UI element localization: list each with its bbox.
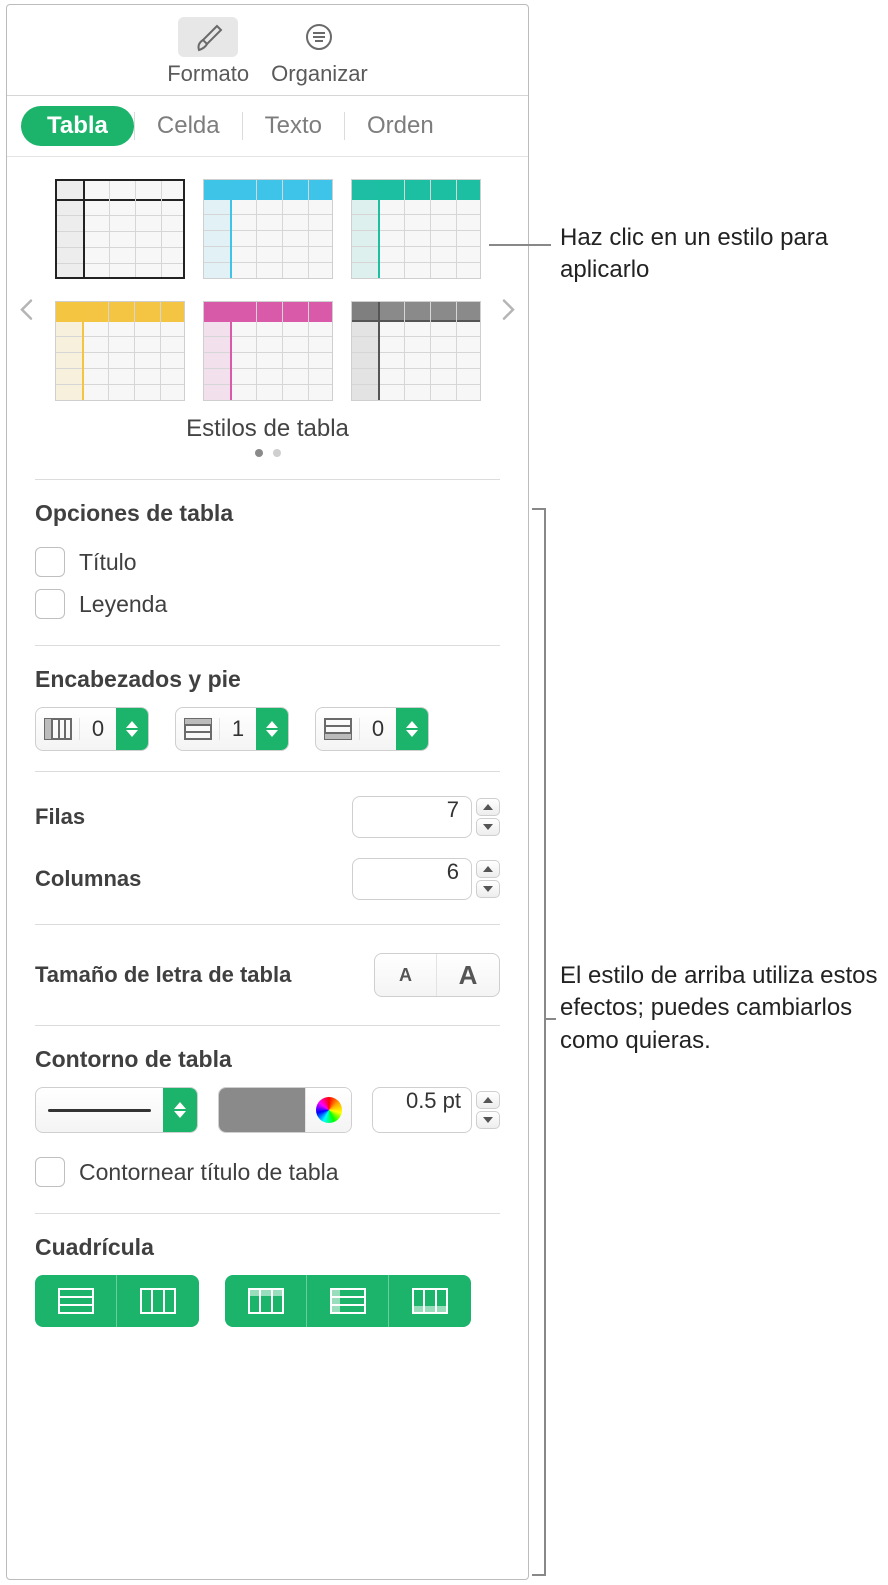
tab-cell[interactable]: Celda bbox=[135, 106, 242, 146]
rows-stepper[interactable] bbox=[476, 798, 500, 836]
table-outline-title: Contorno de tabla bbox=[35, 1046, 500, 1073]
cols-input[interactable]: 6 bbox=[352, 858, 472, 900]
toolbar: Formato Organizar bbox=[7, 5, 528, 96]
callout-bracket-top bbox=[532, 508, 544, 510]
checkbox-caption-label: Leyenda bbox=[79, 591, 167, 618]
checkbox-outline-title[interactable] bbox=[35, 1157, 65, 1187]
callout-bracket-bottom bbox=[532, 1574, 544, 1576]
font-size-increase-button[interactable]: A bbox=[437, 954, 499, 996]
gridlines-header-rows-button[interactable] bbox=[307, 1275, 389, 1327]
rows-input[interactable]: 7 bbox=[352, 796, 472, 838]
header-columns-stepper[interactable]: 0 bbox=[35, 707, 149, 751]
header-columns-icon bbox=[36, 718, 80, 740]
font-size-segmented: A A bbox=[374, 953, 500, 997]
callout-bottom: El estilo de arriba utiliza estos efecto… bbox=[560, 960, 880, 1057]
cols-label: Columnas bbox=[35, 866, 141, 892]
callout-top: Haz clic en un estilo para aplicarlo bbox=[560, 222, 880, 287]
gridlines-footer-button[interactable] bbox=[389, 1275, 471, 1327]
font-size-section: Tamaño de letra de tabla A A bbox=[7, 925, 528, 1025]
font-size-decrease-button[interactable]: A bbox=[375, 954, 437, 996]
gridlines-body-segmented bbox=[35, 1275, 199, 1327]
headers-footer-section: Encabezados y pie 0 bbox=[7, 646, 528, 771]
table-styles-gallery: Estilos de tabla bbox=[7, 157, 528, 479]
cols-down[interactable] bbox=[476, 880, 500, 898]
inspector-panel: Formato Organizar Tabla Celda Texto Orde… bbox=[6, 4, 529, 1580]
cols-stepper[interactable] bbox=[476, 860, 500, 898]
outline-style-arrows[interactable] bbox=[163, 1088, 197, 1132]
gallery-next[interactable] bbox=[494, 296, 524, 328]
outline-width-up[interactable] bbox=[476, 1091, 500, 1109]
gridlines-header-segmented bbox=[225, 1275, 471, 1327]
callout-bracket-vertical bbox=[544, 508, 546, 1576]
headers-footer-title: Encabezados y pie bbox=[35, 666, 500, 693]
gridlines-title: Cuadrícula bbox=[35, 1234, 500, 1261]
header-rows-arrows[interactable] bbox=[256, 708, 288, 750]
gallery-page-dot-1[interactable] bbox=[255, 449, 263, 457]
toolbar-format-button[interactable]: Formato bbox=[167, 17, 249, 87]
outline-color-swatch[interactable] bbox=[219, 1088, 305, 1132]
footer-rows-value: 0 bbox=[360, 716, 396, 742]
callout-leader-bottom bbox=[544, 1018, 556, 1020]
table-style-thumb-1[interactable] bbox=[55, 179, 185, 279]
toolbar-format-label: Formato bbox=[167, 61, 249, 87]
color-wheel-icon bbox=[316, 1097, 342, 1123]
toolbar-organize-button[interactable]: Organizar bbox=[271, 17, 368, 87]
footer-rows-arrows[interactable] bbox=[396, 708, 428, 750]
tab-order[interactable]: Orden bbox=[345, 106, 456, 146]
table-style-thumb-4[interactable] bbox=[55, 301, 185, 401]
rows-value: 7 bbox=[447, 797, 459, 822]
gridlines-header-cols-button[interactable] bbox=[225, 1275, 307, 1327]
gallery-pager bbox=[7, 449, 528, 457]
header-rows-value: 1 bbox=[220, 716, 256, 742]
organize-icon bbox=[289, 17, 349, 57]
outline-width-down[interactable] bbox=[476, 1111, 500, 1129]
tab-text[interactable]: Texto bbox=[243, 106, 344, 146]
gridlines-vertical-button[interactable] bbox=[117, 1275, 199, 1327]
checkbox-caption[interactable] bbox=[35, 589, 65, 619]
checkbox-title[interactable] bbox=[35, 547, 65, 577]
gallery-prev[interactable] bbox=[11, 296, 41, 328]
header-rows-icon bbox=[176, 718, 220, 740]
footer-rows-stepper[interactable]: 0 bbox=[315, 707, 429, 751]
toolbar-organize-label: Organizar bbox=[271, 61, 368, 87]
header-rows-stepper[interactable]: 1 bbox=[175, 707, 289, 751]
outline-style-select[interactable] bbox=[35, 1087, 198, 1133]
header-columns-arrows[interactable] bbox=[116, 708, 148, 750]
footer-rows-icon bbox=[316, 718, 360, 740]
table-style-thumb-2[interactable] bbox=[203, 179, 333, 279]
cols-up[interactable] bbox=[476, 860, 500, 878]
header-columns-value: 0 bbox=[80, 716, 116, 742]
callout-leader-top bbox=[489, 244, 551, 246]
table-options-section: Opciones de tabla Título Leyenda bbox=[7, 480, 528, 645]
outline-width-input[interactable]: 0.5 pt bbox=[372, 1087, 472, 1133]
rows-down[interactable] bbox=[476, 818, 500, 836]
outline-color-picker bbox=[218, 1087, 352, 1133]
line-style-icon bbox=[36, 1109, 163, 1112]
outline-width-stepper[interactable] bbox=[476, 1091, 500, 1129]
checkbox-outline-title-label: Contornear título de tabla bbox=[79, 1159, 339, 1186]
rows-up[interactable] bbox=[476, 798, 500, 816]
table-style-thumb-5[interactable] bbox=[203, 301, 333, 401]
cols-value: 6 bbox=[447, 859, 459, 884]
gallery-page-dot-2[interactable] bbox=[273, 449, 281, 457]
paintbrush-icon bbox=[178, 17, 238, 57]
gallery-caption: Estilos de tabla bbox=[7, 415, 528, 443]
gridlines-horizontal-button[interactable] bbox=[35, 1275, 117, 1327]
tab-table[interactable]: Tabla bbox=[21, 106, 134, 146]
table-style-thumb-3[interactable] bbox=[351, 179, 481, 279]
table-outline-section: Contorno de tabla 0.5 pt Contornear títu… bbox=[7, 1026, 528, 1213]
checkbox-title-label: Título bbox=[79, 549, 137, 576]
outline-color-wheel-button[interactable] bbox=[305, 1088, 351, 1132]
table-style-thumb-6[interactable] bbox=[351, 301, 481, 401]
rows-label: Filas bbox=[35, 804, 85, 830]
gridlines-section: Cuadrícula bbox=[7, 1214, 528, 1347]
inspector-tabs: Tabla Celda Texto Orden bbox=[7, 96, 528, 157]
table-options-title: Opciones de tabla bbox=[35, 500, 500, 527]
rows-cols-section: Filas 7 Columnas 6 bbox=[7, 772, 528, 924]
font-size-label: Tamaño de letra de tabla bbox=[35, 962, 291, 988]
outline-width-value: 0.5 pt bbox=[406, 1088, 461, 1113]
